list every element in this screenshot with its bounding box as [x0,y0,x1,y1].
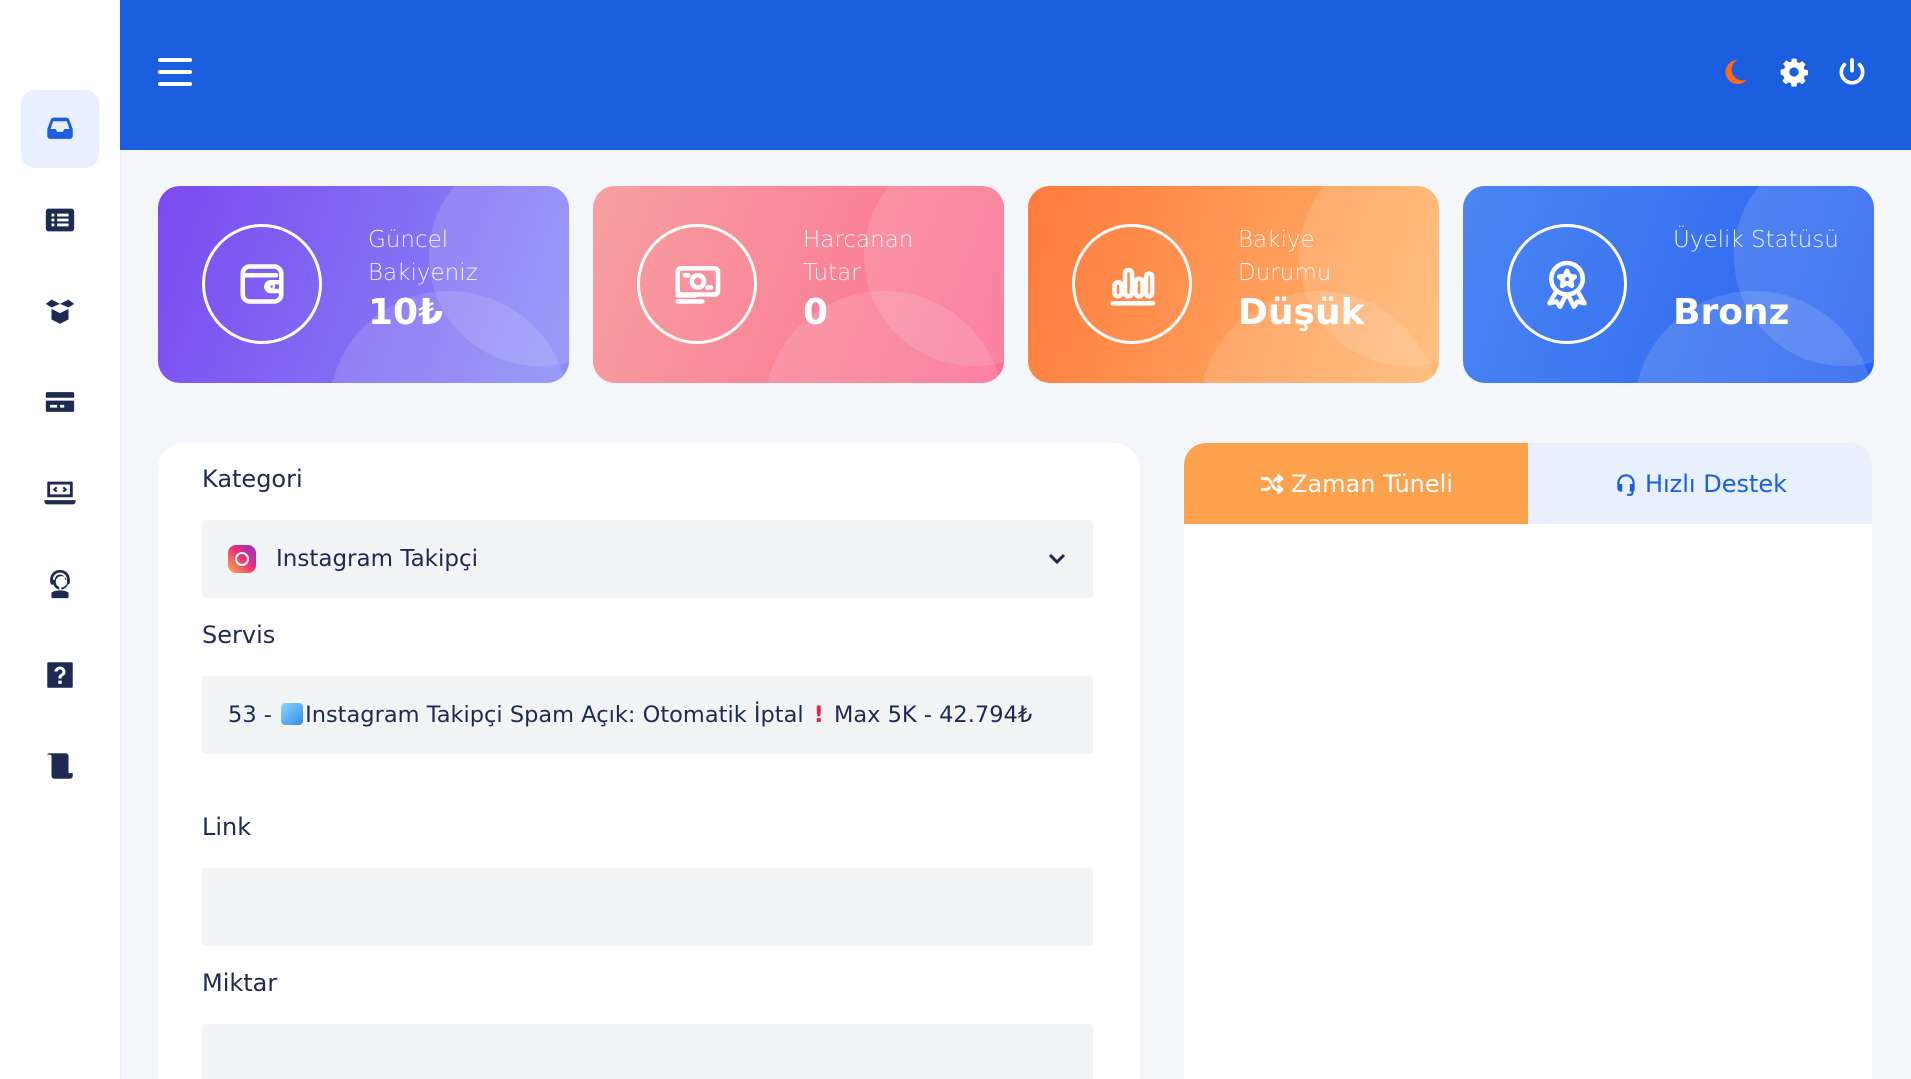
headset-icon [1617,473,1635,496]
sidebar-item-faq[interactable] [21,636,99,714]
question-icon [47,662,73,688]
sidebar-item-api[interactable] [21,454,99,532]
stat-card-balance-status: Bakiye Durumu Düşük [1028,186,1439,383]
stat-card-spent: Harcanan Tutar 0 [593,186,1004,383]
link-input[interactable] [202,868,1093,946]
inbox-icon [47,117,73,139]
money-icon [637,224,757,344]
sidebar-item-services[interactable] [21,272,99,350]
category-select[interactable]: Instagram Takipçi [202,520,1093,598]
tab-label: Zaman Tüneli [1291,469,1453,498]
sidebar [0,0,120,1079]
quantity-input[interactable] [202,1024,1093,1079]
list-icon [45,208,75,232]
stat-value: Bronz [1673,292,1790,333]
scroll-icon [47,753,73,779]
credit-card-icon [45,392,75,412]
chart-icon [1072,224,1192,344]
stat-card-balance: Güncel Bakiyeniz 10₺ [158,186,569,383]
sidebar-item-terms[interactable] [21,727,99,805]
power-icon[interactable] [1834,54,1870,90]
sidebar-item-orders[interactable] [21,181,99,259]
sidebar-item-add-funds[interactable] [21,363,99,441]
stat-value: Düşük [1238,292,1365,333]
sidebar-item-dashboard[interactable] [21,90,99,168]
award-icon [1507,224,1627,344]
support-agent-icon [50,569,70,599]
category-selected-value: Instagram Takipçi [276,546,479,572]
stat-label: Bakiye Durumu [1238,227,1332,286]
service-label: Servis [202,621,276,649]
moon-icon[interactable] [1717,54,1753,90]
info-tabs-panel: Zaman Tüneli Hızlı Destek [1184,443,1872,1079]
exclamation-icon: ! [813,702,824,728]
tab-timeline[interactable]: Zaman Tüneli [1184,443,1528,524]
instagram-icon [228,545,256,573]
tab-quick-support[interactable]: Hızlı Destek [1528,443,1872,524]
cube-icon [281,703,304,725]
link-label: Link [202,813,252,841]
wallet-icon [202,224,322,344]
top-header [120,0,1911,150]
service-selected-value: 53 - Instagram Takipçi Spam Açık: Otomat… [228,702,1033,728]
stat-value: 0 [803,292,829,333]
new-order-panel: Kategori Instagram Takipçi Servis 53 - I… [158,443,1140,1079]
shuffle-icon [1260,473,1284,494]
laptop-code-icon [44,481,76,505]
quantity-label: Miktar [202,969,278,997]
stat-card-membership: Üyelik Statüsü Bronz [1463,186,1874,383]
tab-label: Hızlı Destek [1644,469,1788,498]
chevron-down-icon [1045,546,1069,570]
open-box-icon [45,299,75,324]
stat-value: 10₺ [368,292,444,333]
hamburger-icon[interactable] [158,58,192,88]
stat-label: Güncel Bakiyeniz [368,227,478,286]
category-label: Kategori [202,465,303,493]
gear-icon[interactable] [1776,54,1812,90]
stat-label: Harcanan Tutar [803,227,914,286]
service-select[interactable]: 53 - Instagram Takipçi Spam Açık: Otomat… [202,676,1093,754]
sidebar-item-support[interactable] [21,545,99,623]
stat-label: Üyelik Statüsü [1673,227,1839,253]
